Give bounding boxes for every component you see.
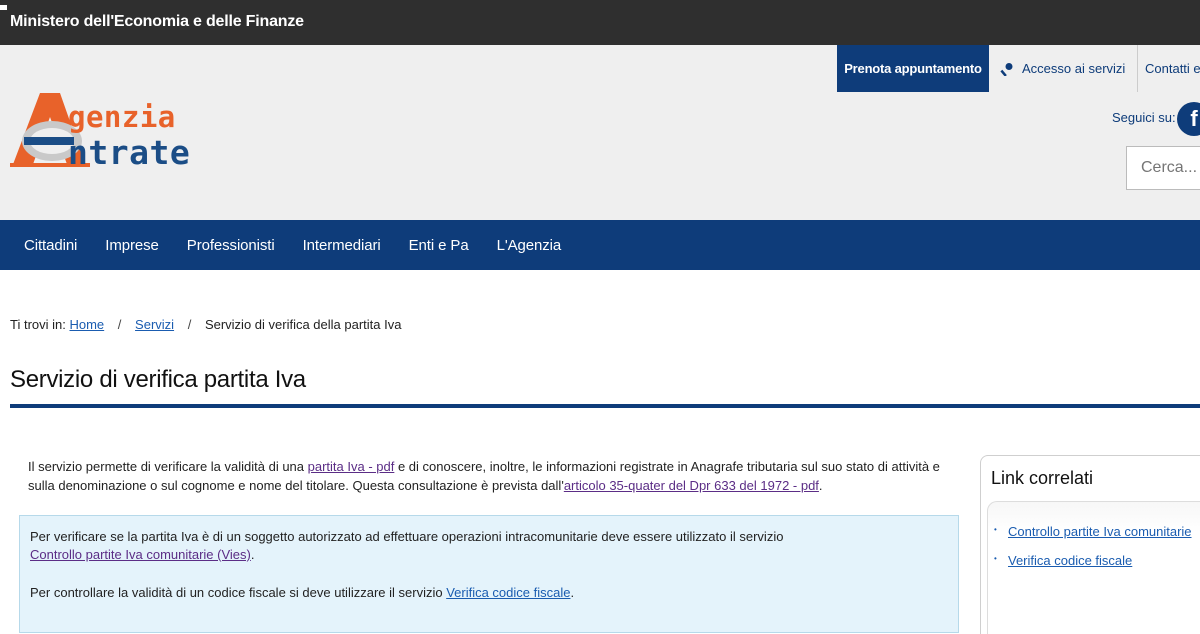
vies-link[interactable]: Controllo partite Iva comunitarie (Vies) xyxy=(30,547,251,562)
info-text-vies-end: . xyxy=(250,547,255,562)
breadcrumb: Ti trovi in: Home / Servizi / Servizio d… xyxy=(10,317,401,332)
agenzia-entrate-logo[interactable]: genzia ntrate xyxy=(10,89,250,179)
related-links-title: Link correlati xyxy=(991,468,1094,488)
intro-text-1: Il servizio permette di verificare la va… xyxy=(28,459,308,474)
page-title: Servizio di verifica partita Iva xyxy=(10,366,306,393)
info-text-codice: Per controllare la validità di un codice… xyxy=(30,585,447,600)
breadcrumb-home-link[interactable]: Home xyxy=(69,317,104,332)
nav-item-intermediari[interactable]: Intermediari xyxy=(289,237,395,254)
top-bar: Ministero dell'Economia e delle Finanze xyxy=(0,0,1200,45)
main-navigation: Cittadini Imprese Professionisti Interme… xyxy=(0,220,1200,270)
accesso-servizi-link[interactable]: Accesso ai servizi xyxy=(1000,45,1139,92)
related-link-vies[interactable]: Controllo partite Iva comunitarie xyxy=(994,524,1191,539)
info-box: Per verificare se la partita Iva è di un… xyxy=(19,515,959,633)
search-input[interactable] xyxy=(1126,146,1200,190)
ministry-link[interactable]: Ministero dell'Economia e delle Finanze xyxy=(10,13,304,31)
related-links-list: Controllo partite Iva comunitarie Verifi… xyxy=(987,501,1200,634)
related-links-box: Link correlati Controllo partite Iva com… xyxy=(980,455,1200,634)
info-text-codice-end: . xyxy=(570,585,575,600)
articolo-35-quater-link[interactable]: articolo 35-quater del Dpr 633 del 1972 … xyxy=(564,478,819,493)
site-header: genzia ntrate Prenota appuntamento Acces… xyxy=(0,45,1200,220)
key-icon xyxy=(1000,62,1013,76)
breadcrumb-servizi-link[interactable]: Servizi xyxy=(135,317,174,332)
facebook-icon[interactable]: f xyxy=(1177,102,1200,136)
title-divider xyxy=(10,404,1200,408)
nav-item-professionisti[interactable]: Professionisti xyxy=(173,237,289,254)
info-paragraph-vies: Per verificare se la partita Iva è di un… xyxy=(30,528,948,564)
logo-word-ntrate: ntrate xyxy=(68,133,191,172)
info-paragraph-codice: Per controllare la validità di un codice… xyxy=(30,584,948,602)
nav-item-imprese[interactable]: Imprese xyxy=(91,237,173,254)
intro-text-3: . xyxy=(818,478,823,493)
nav-item-cittadini[interactable]: Cittadini xyxy=(10,237,91,254)
accesso-servizi-label: Accesso ai servizi xyxy=(1022,61,1126,76)
nav-item-enti-e-pa[interactable]: Enti e Pa xyxy=(395,237,483,254)
info-text-vies: Per verificare se la partita Iva è di un… xyxy=(30,529,784,544)
breadcrumb-separator: / xyxy=(117,317,122,332)
intro-paragraph: Il servizio permette di verificare la va… xyxy=(28,457,948,495)
breadcrumb-current: Servizio di verifica della partita Iva xyxy=(204,317,402,332)
breadcrumb-separator: / xyxy=(187,317,192,332)
prenota-appuntamento-button[interactable]: Prenota appuntamento xyxy=(837,45,989,92)
corner-mark xyxy=(0,5,7,10)
logo-word-genzia: genzia xyxy=(68,100,176,134)
verifica-codice-fiscale-link[interactable]: Verifica codice fiscale xyxy=(446,585,570,600)
breadcrumb-prefix: Ti trovi in: xyxy=(10,317,66,332)
contatti-link[interactable]: Contatti e xyxy=(1145,45,1200,92)
partita-iva-pdf-link[interactable]: partita Iva - pdf xyxy=(308,459,395,474)
seguici-label: Seguici su: xyxy=(1112,110,1176,125)
related-link-codice-fiscale[interactable]: Verifica codice fiscale xyxy=(994,553,1132,568)
nav-item-agenzia[interactable]: L'Agenzia xyxy=(483,237,576,254)
